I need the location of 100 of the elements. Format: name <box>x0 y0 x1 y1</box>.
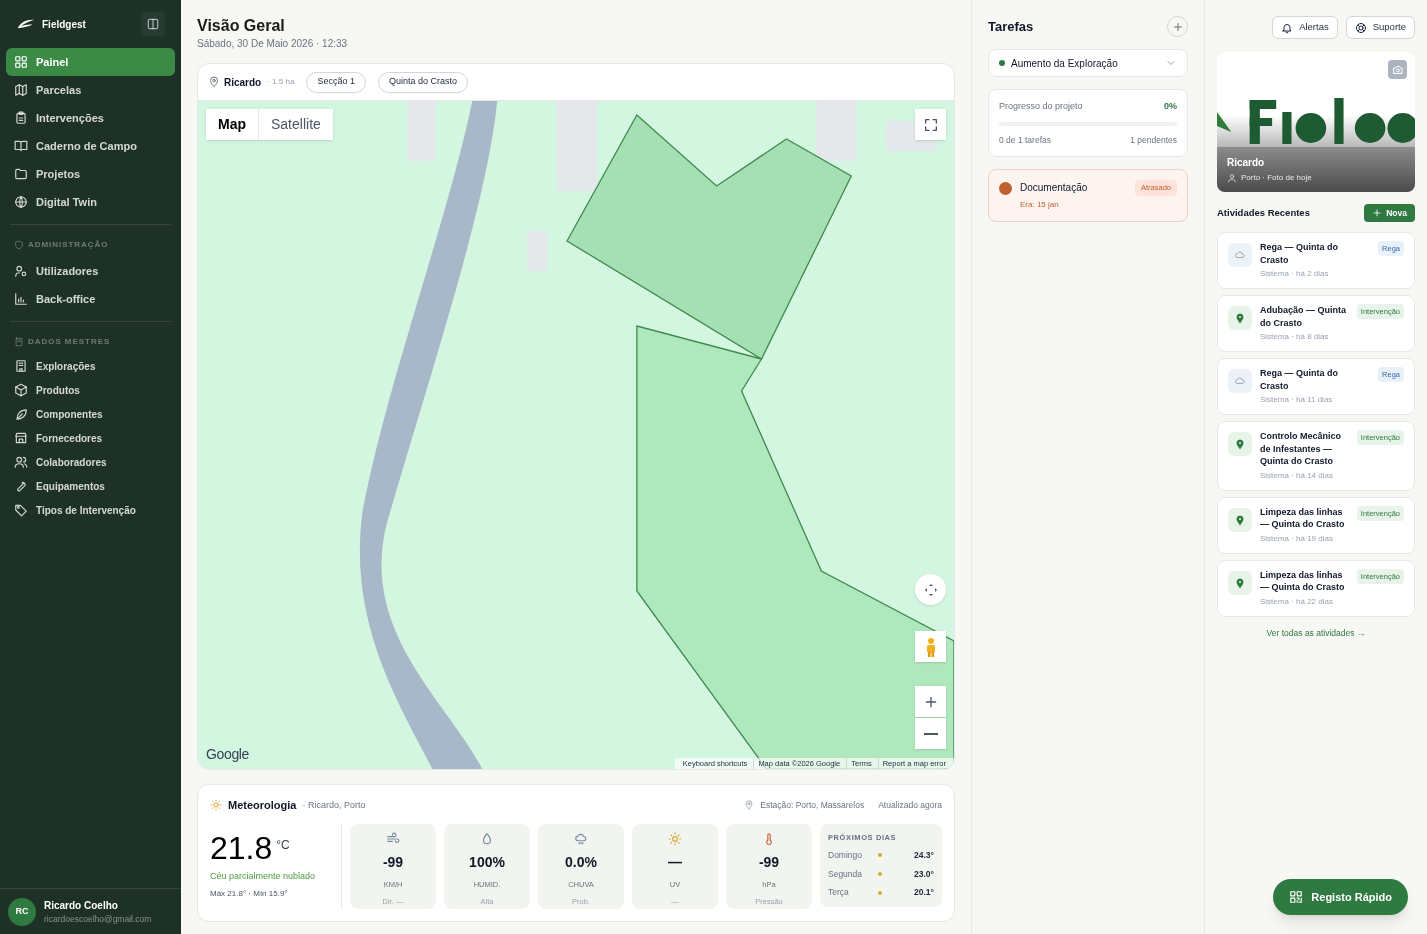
sidebar-item[interactable]: Digital Twin <box>6 188 175 216</box>
building-icon <box>14 359 28 373</box>
activity-meta: Sistema · há 14 dias <box>1260 469 1334 482</box>
location-area: · 1.5 ha <box>267 76 295 88</box>
sidebar-item[interactable]: Painel <box>6 48 175 76</box>
new-activity-button[interactable]: Nova <box>1364 204 1415 222</box>
activity-title: Controlo Mecânico de Infestantes — Quinta do Crasto <box>1260 430 1342 468</box>
avatar: RC <box>8 897 36 926</box>
folder-icon <box>14 167 28 181</box>
user-name: Ricardo Coelho <box>44 898 119 913</box>
metric-value: -99 <box>758 852 780 872</box>
minus-icon <box>923 732 938 735</box>
page-date: Sábado, 30 De Maio 2026 · 12:33 <box>197 37 349 51</box>
activity-title: Rega — Quinta do Crasto <box>1260 367 1339 392</box>
street-view-button[interactable] <box>915 631 946 662</box>
quick-entry-button[interactable]: Registo Rápido <box>1273 879 1408 915</box>
metric-value: 100% <box>469 852 505 872</box>
map-type-tab[interactable]: Satellite <box>258 109 333 140</box>
plus-icon <box>1372 208 1383 218</box>
globe-icon <box>14 195 28 209</box>
pin-icon <box>744 800 755 811</box>
activity-title: Limpeza das linhas — Quinta do Crasto <box>1260 505 1346 531</box>
sidebar-item[interactable]: Colaboradores <box>6 450 175 474</box>
top-button[interactable]: Suporte <box>1345 16 1415 39</box>
page-title: Visão Geral <box>197 16 286 36</box>
sidebar-item[interactable]: Parcelas <box>6 76 175 104</box>
activity-title: Rega — Quinta do Crasto <box>1260 241 1339 266</box>
sidebar-item[interactable]: Produtos <box>6 378 175 402</box>
map-type-tab[interactable]: Map <box>206 109 258 140</box>
pin-badge-icon <box>1228 570 1252 595</box>
sidebar-item[interactable]: Componentes <box>6 402 175 426</box>
leaf-logo-icon <box>16 18 36 30</box>
map-icon <box>14 83 28 97</box>
activity-meta: Sistema · há 2 dias <box>1260 268 1330 280</box>
progress-pending: 1 pendentes <box>1130 133 1177 147</box>
sidebar-item[interactable]: Utilizadores <box>6 257 175 285</box>
sidebar-item[interactable]: Caderno de Campo <box>6 132 175 160</box>
activity-meta: Sistema · há 19 dias <box>1260 532 1334 545</box>
sidebar-item[interactable]: Intervenções <box>6 104 175 132</box>
sidebar-item[interactable]: Back-office <box>6 285 175 313</box>
section-heading: ADMINISTRAÇÃO <box>28 239 109 251</box>
zoom-out-button[interactable] <box>915 718 946 749</box>
project-select[interactable]: Aumento da Exploração <box>988 49 1188 77</box>
pin-badge-icon <box>1228 306 1252 330</box>
temperature-unit: °C <box>276 837 290 855</box>
metric-value: 0.0% <box>565 852 597 872</box>
weather-title: Meteorologia <box>228 798 297 813</box>
forecast-temperature: 23.0° <box>913 867 934 881</box>
progress-label: Progresso do projeto <box>999 100 1083 113</box>
location-name: Ricardo <box>224 75 262 90</box>
brand-name: Fieldgest <box>42 17 86 32</box>
pin-icon <box>208 76 220 88</box>
sidebar-toggle-button[interactable] <box>141 12 165 36</box>
sidebar-item[interactable]: Fornecedores <box>6 426 175 450</box>
task-title: Documentação <box>1020 181 1089 196</box>
activities-title: Atividades Recentes <box>1217 205 1310 220</box>
user-icon <box>1227 173 1237 183</box>
weather-station: Estação: Porto, Massarelos <box>760 798 865 812</box>
progress-done: 0 de 1 tarefas <box>999 133 1051 147</box>
activity-title: Adubação — Quinta do Crasto <box>1260 304 1346 329</box>
top-button[interactable]: Alertas <box>1272 16 1338 39</box>
sidebar-item[interactable]: Tipos de Intervenção <box>6 498 175 522</box>
map-logo: Google <box>206 745 250 764</box>
sun-icon <box>210 799 222 812</box>
sun-icon <box>668 831 682 846</box>
cloud-badge-icon <box>1228 369 1252 393</box>
camera-button[interactable] <box>1388 60 1407 79</box>
pin-badge-icon <box>1228 507 1252 532</box>
photo-title: Ricardo <box>1227 156 1266 170</box>
tasks-title: Tarefas <box>988 17 1034 36</box>
fullscreen-icon <box>922 116 939 133</box>
rain-cloud-icon <box>574 831 588 846</box>
forecast-temperature: 20.1° <box>913 886 934 899</box>
see-all-link[interactable]: Ver todas as atividades → <box>1266 626 1366 640</box>
users-icon <box>14 455 28 469</box>
sidebar-item[interactable]: Explorações <box>6 354 175 378</box>
book-icon <box>14 139 28 153</box>
weather-updated: Atualizado agora <box>878 798 942 812</box>
temperature-range: Máx 21.8° · Mín 15.9° <box>210 887 289 900</box>
activity-meta: Sistema · há 11 dias <box>1260 394 1334 406</box>
forecast-temperature: 24.3° <box>913 848 934 862</box>
qr-code-icon <box>1289 890 1304 904</box>
zoom-in-button[interactable] <box>915 686 946 717</box>
bell-icon <box>1281 21 1294 34</box>
photo-caption: Porto · Foto de hoje <box>1241 172 1312 184</box>
progress-percent: 0% <box>1164 100 1177 113</box>
plus-icon <box>1171 20 1184 33</box>
activity-title: Limpeza das linhas — Quinta do Crasto <box>1260 568 1346 594</box>
package-icon <box>14 383 28 397</box>
sidebar-item[interactable]: Equipamentos <box>6 474 175 498</box>
sidebar-item[interactable]: Projetos <box>6 160 175 188</box>
section-heading: DADOS MESTRES <box>28 336 111 348</box>
activity-meta: Sistema · há 22 dias <box>1260 595 1334 608</box>
fullscreen-button[interactable] <box>915 109 946 140</box>
metric-value: -99 <box>382 852 404 872</box>
droplet-icon <box>480 831 494 846</box>
forecast-day: Segunda <box>828 867 878 881</box>
pin-badge-icon <box>1228 432 1252 456</box>
lifebuoy-icon <box>1354 21 1367 34</box>
leaf-icon <box>14 407 28 421</box>
